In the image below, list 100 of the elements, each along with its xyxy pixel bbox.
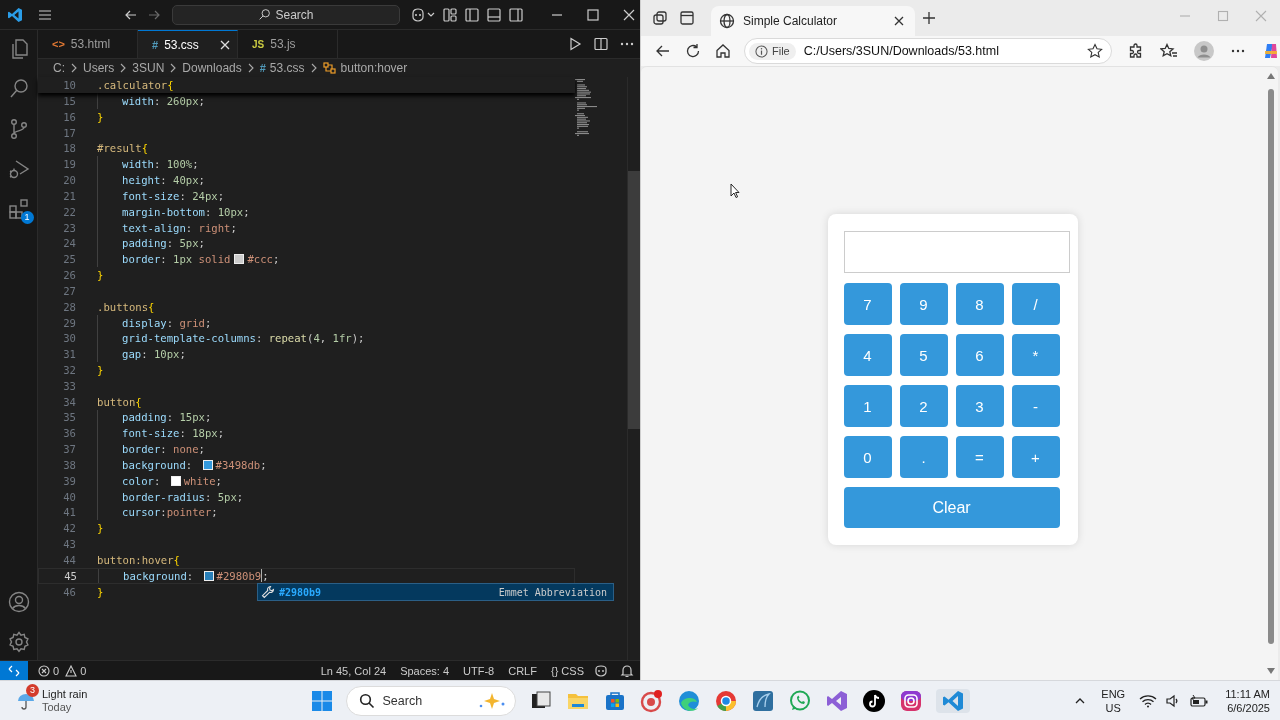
wifi-icon[interactable] bbox=[1139, 693, 1158, 708]
clock[interactable]: 11:11 AM 6/6/2025 bbox=[1225, 686, 1270, 715]
time-text: 11:11 AM bbox=[1225, 686, 1270, 701]
status-item[interactable]: UTF-8 bbox=[459, 664, 499, 677]
sidebar-toggle-icon[interactable] bbox=[464, 6, 480, 23]
code-text: #result{ bbox=[97, 142, 149, 155]
copilot-icon[interactable] bbox=[410, 6, 436, 23]
feather-app-icon[interactable] bbox=[750, 688, 775, 713]
favorites-icon[interactable] bbox=[1160, 43, 1178, 59]
vscode-logo-icon[interactable] bbox=[7, 6, 23, 23]
run-icon[interactable] bbox=[567, 36, 583, 52]
scroll-up-icon[interactable] bbox=[1267, 73, 1275, 79]
code-text: height: 40px; bbox=[122, 174, 205, 187]
result-field[interactable] bbox=[843, 231, 1070, 273]
editor-tab[interactable]: # 53.css bbox=[138, 30, 238, 58]
split-editor-icon[interactable] bbox=[593, 36, 609, 52]
file-type-icon: <> bbox=[52, 38, 65, 50]
warning-count: 0 bbox=[80, 664, 87, 677]
line-number: 10 bbox=[62, 79, 76, 91]
target-app-icon[interactable] bbox=[639, 688, 664, 713]
profile-avatar-icon[interactable] bbox=[1194, 41, 1214, 61]
editor-tab[interactable]: JS 53.js bbox=[238, 30, 338, 58]
maximize-icon[interactable] bbox=[586, 7, 600, 22]
tab-actions-icon[interactable] bbox=[679, 10, 695, 26]
globe-icon bbox=[719, 13, 735, 29]
star-icon[interactable] bbox=[1087, 43, 1103, 59]
settings-icon[interactable] bbox=[6, 630, 31, 654]
region-code: US bbox=[1105, 700, 1121, 715]
code-text: border: none; bbox=[122, 443, 205, 456]
bell-icon[interactable] bbox=[620, 663, 634, 678]
code-text: padding: 5px; bbox=[122, 237, 205, 250]
chrome-icon[interactable] bbox=[713, 688, 738, 713]
layout-icon[interactable] bbox=[442, 6, 458, 23]
line-number: 16 bbox=[62, 110, 76, 123]
refresh-icon[interactable] bbox=[685, 43, 701, 59]
edge-icon[interactable] bbox=[676, 688, 701, 713]
line-number: 46 bbox=[62, 585, 76, 598]
home-icon[interactable] bbox=[715, 43, 731, 59]
remote-button[interactable] bbox=[0, 661, 28, 680]
weather-day: Today bbox=[42, 700, 88, 714]
status-item[interactable]: CRLF bbox=[504, 664, 541, 677]
warning-icon bbox=[65, 664, 78, 677]
breadcrumb-item[interactable]: C: bbox=[53, 61, 65, 75]
color-swatch[interactable] bbox=[234, 254, 245, 265]
status-item[interactable]: Ln 45, Col 24 bbox=[316, 664, 391, 677]
panel-toggle-icon[interactable] bbox=[486, 6, 502, 23]
line-number: 27 bbox=[62, 284, 76, 297]
color-swatch[interactable] bbox=[202, 459, 213, 470]
secondary-sidebar-icon[interactable] bbox=[508, 6, 524, 23]
back-arrow-icon[interactable] bbox=[655, 43, 671, 59]
copilot-icon[interactable] bbox=[594, 663, 608, 678]
tiktok-icon[interactable] bbox=[861, 688, 886, 713]
problems-button[interactable]: 0 0 bbox=[34, 664, 94, 677]
line-number: 28 bbox=[62, 300, 76, 313]
file-type-icon: JS bbox=[252, 38, 265, 50]
code-text: white; bbox=[183, 474, 222, 487]
breadcrumb-item[interactable]: # 53.css bbox=[259, 61, 305, 75]
browser-tab[interactable]: Simple Calculator bbox=[711, 6, 915, 36]
scrollbar-thumb[interactable] bbox=[1268, 89, 1274, 644]
extensions-icon[interactable] bbox=[6, 197, 31, 221]
code-text: ; bbox=[262, 569, 269, 582]
status-item[interactable]: {} CSS bbox=[546, 664, 588, 677]
taskbar-search-field[interactable]: Search bbox=[345, 685, 516, 716]
battery-icon[interactable] bbox=[1189, 693, 1210, 708]
color-swatch[interactable] bbox=[203, 570, 214, 581]
breadcrumb-item[interactable]: 3SUN bbox=[132, 61, 165, 75]
new-tab-icon[interactable] bbox=[922, 11, 936, 25]
address-bar[interactable]: File C:/Users/3SUN/Downloads/53.html bbox=[744, 38, 1112, 64]
vscode-icon[interactable] bbox=[935, 688, 970, 713]
status-item[interactable]: Spaces: 4 bbox=[396, 664, 454, 677]
scrollbar-thumb[interactable] bbox=[628, 171, 640, 429]
suggestion-item[interactable]: #2980b9 Emmet Abbreviation bbox=[257, 583, 614, 601]
close-icon[interactable] bbox=[893, 15, 905, 27]
search-field[interactable]: Search bbox=[172, 4, 400, 25]
line-number: 37 bbox=[62, 443, 76, 456]
whatsapp-icon[interactable] bbox=[787, 688, 812, 713]
copilot-logo-icon[interactable] bbox=[1262, 42, 1280, 60]
remote-icon bbox=[8, 664, 20, 677]
language-indicator[interactable]: ENG US bbox=[1101, 686, 1126, 715]
code-text: font-size: 18px; bbox=[122, 427, 225, 440]
line-number: 44 bbox=[62, 553, 76, 566]
line-number: 21 bbox=[62, 189, 76, 202]
breadcrumb-item[interactable]: Downloads bbox=[182, 61, 242, 75]
visual-studio-icon[interactable] bbox=[824, 688, 849, 713]
breadcrumb-item[interactable]: Users bbox=[83, 61, 115, 75]
workspaces-icon[interactable] bbox=[652, 10, 668, 26]
breadcrumb-item[interactable]: button:hover bbox=[322, 61, 408, 75]
site-info-button[interactable]: File bbox=[749, 42, 796, 60]
account-icon[interactable] bbox=[6, 590, 31, 614]
line-number: 26 bbox=[62, 269, 76, 281]
extensions-icon[interactable] bbox=[1128, 43, 1144, 59]
minimap[interactable] bbox=[575, 79, 597, 139]
start-icon[interactable] bbox=[310, 689, 333, 712]
wrench-icon bbox=[261, 585, 275, 599]
scroll-down-icon[interactable] bbox=[1267, 668, 1275, 674]
code-text: cursor:pointer; bbox=[122, 506, 218, 519]
color-swatch[interactable] bbox=[170, 475, 181, 486]
code-text: font-size: 24px; bbox=[122, 189, 225, 202]
instagram-icon[interactable] bbox=[898, 688, 923, 713]
mouse-pointer-icon bbox=[730, 183, 740, 198]
